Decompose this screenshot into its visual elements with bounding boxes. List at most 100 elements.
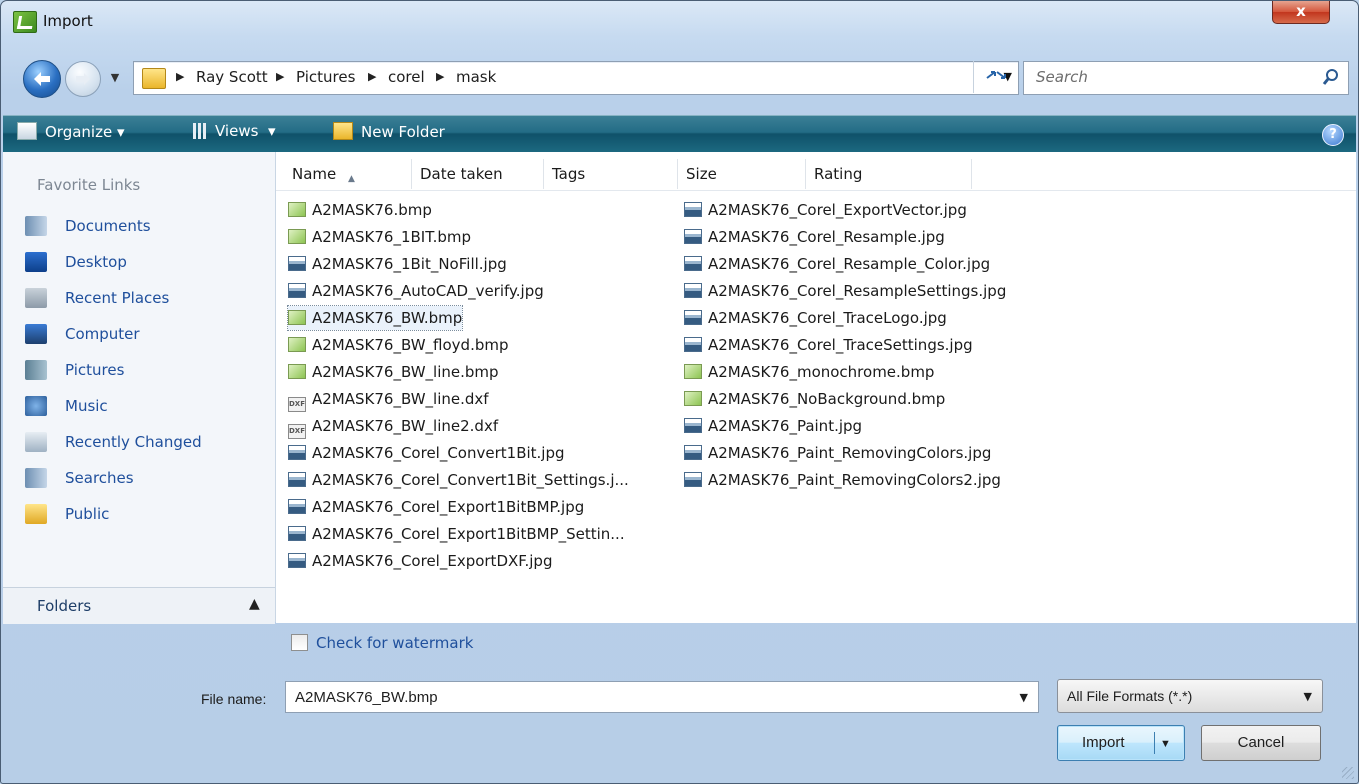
- forward-arrow-icon: [76, 73, 90, 85]
- file-item[interactable]: A2MASK76_BW_line.bmp: [288, 360, 499, 384]
- jpg-image-file-icon: [684, 283, 702, 298]
- search-icon[interactable]: [1322, 68, 1340, 86]
- file-item[interactable]: A2MASK76_Corel_ExportDXF.jpg: [288, 549, 552, 573]
- folder-icon: [142, 68, 166, 89]
- file-name: A2MASK76_1Bit_NoFill.jpg: [312, 255, 507, 273]
- organize-menu[interactable]: Organize ▾: [17, 122, 125, 141]
- column-header-name[interactable]: Name ▲: [284, 159, 412, 189]
- file-item[interactable]: A2MASK76_BW.bmp: [286, 305, 464, 331]
- sidebar-link-public[interactable]: Public: [25, 502, 109, 528]
- sidebar-link-documents[interactable]: Documents: [25, 214, 151, 240]
- breadcrumb-arrow-icon[interactable]: ▶: [368, 70, 376, 83]
- sidebar-link-desktop[interactable]: Desktop: [25, 250, 127, 276]
- file-item[interactable]: A2MASK76_Paint_RemovingColors2.jpg: [684, 468, 1001, 492]
- file-name: A2MASK76_Corel_Convert1Bit.jpg: [312, 444, 565, 462]
- folders-toggle[interactable]: Folders ▲: [3, 587, 275, 624]
- file-item[interactable]: A2MASK76_Corel_Convert1Bit.jpg: [288, 441, 565, 465]
- column-header-tags[interactable]: Tags: [544, 159, 678, 189]
- file-item[interactable]: DXF A2MASK76_BW_line.dxf: [288, 387, 489, 412]
- file-item[interactable]: A2MASK76_BW_floyd.bmp: [288, 333, 509, 357]
- searches-icon: [25, 468, 47, 488]
- file-item[interactable]: A2MASK76_Paint.jpg: [684, 414, 862, 438]
- new-folder-button[interactable]: New Folder: [333, 122, 445, 141]
- import-button[interactable]: Import ▼: [1057, 725, 1185, 761]
- cancel-button[interactable]: Cancel: [1201, 725, 1321, 761]
- file-name-input[interactable]: A2MASK76_BW.bmp ▼: [285, 681, 1039, 713]
- file-item[interactable]: A2MASK76_Corel_Resample.jpg: [684, 225, 945, 249]
- jpg-image-file-icon: [288, 526, 306, 541]
- file-item[interactable]: A2MASK76_Corel_ExportVector.jpg: [684, 198, 967, 222]
- file-item[interactable]: A2MASK76_1BIT.bmp: [288, 225, 471, 249]
- sidebar-link-label: Computer: [65, 325, 140, 343]
- sidebar-link-music[interactable]: Music: [25, 394, 108, 420]
- folders-label: Folders: [37, 597, 92, 615]
- file-type-value: All File Formats (*.*): [1067, 688, 1193, 704]
- help-icon[interactable]: ?: [1322, 124, 1344, 146]
- file-item[interactable]: A2MASK76_Corel_Convert1Bit_Settings.j...: [288, 468, 629, 492]
- resize-grip-icon[interactable]: [1342, 767, 1354, 779]
- breadcrumb-corel[interactable]: corel: [388, 68, 425, 86]
- file-name-label: File name:: [201, 691, 267, 707]
- file-name: A2MASK76_BW_line.bmp: [312, 363, 499, 381]
- jpg-image-file-icon: [288, 283, 306, 298]
- filter-dropdown-icon[interactable]: ▼: [1304, 690, 1312, 703]
- documents-icon: [25, 216, 47, 236]
- sidebar-link-pictures[interactable]: Pictures: [25, 358, 124, 384]
- file-item[interactable]: A2MASK76_AutoCAD_verify.jpg: [288, 279, 544, 303]
- organize-icon: [17, 122, 37, 140]
- watermark-checkbox[interactable]: [291, 634, 308, 651]
- file-item[interactable]: A2MASK76.bmp: [288, 198, 432, 222]
- file-item[interactable]: A2MASK76_NoBackground.bmp: [684, 387, 945, 411]
- file-name: A2MASK76_monochrome.bmp: [708, 363, 935, 381]
- column-header-size[interactable]: Size: [678, 159, 806, 189]
- column-header-rating[interactable]: Rating: [806, 159, 972, 189]
- import-options-dropdown-icon[interactable]: ▼: [1160, 727, 1171, 761]
- new-folder-label: New Folder: [361, 123, 445, 141]
- file-item[interactable]: A2MASK76_monochrome.bmp: [684, 360, 934, 384]
- breadcrumb-arrow-icon[interactable]: ▶: [436, 70, 444, 83]
- title-bar[interactable]: Import x: [1, 1, 1358, 45]
- navigation-pane: Favorite Links Documents Desktop Recent …: [3, 152, 276, 622]
- forward-button[interactable]: [65, 61, 101, 97]
- chevron-up-icon[interactable]: ▲: [249, 596, 260, 612]
- file-type-filter[interactable]: All File Formats (*.*) ▼: [1057, 679, 1323, 713]
- file-item[interactable]: A2MASK76_Corel_Export1BitBMP.jpg: [288, 495, 584, 519]
- sidebar-link-recent-places[interactable]: Recent Places: [25, 286, 169, 312]
- file-name: A2MASK76_Corel_TraceSettings.jpg: [708, 336, 973, 354]
- file-item[interactable]: A2MASK76_Corel_TraceLogo.jpg: [684, 306, 947, 330]
- file-item[interactable]: DXF A2MASK76_BW_line2.dxf: [288, 414, 498, 439]
- column-header-date-taken[interactable]: Date taken: [412, 159, 544, 189]
- search-box[interactable]: Search: [1023, 61, 1349, 95]
- file-name: A2MASK76_Corel_Export1BitBMP_Settin...: [312, 525, 625, 543]
- search-placeholder: Search: [1036, 68, 1088, 86]
- sidebar-link-recently-changed[interactable]: Recently Changed: [25, 430, 202, 456]
- close-button[interactable]: x: [1272, 1, 1330, 24]
- file-item[interactable]: A2MASK76_1Bit_NoFill.jpg: [288, 252, 507, 276]
- address-bar[interactable]: ▶ Ray Scott ▶ Pictures ▶ corel ▶ mask ▼: [133, 61, 1019, 95]
- recent-pages-dropdown[interactable]: ▼: [102, 64, 128, 92]
- file-item[interactable]: A2MASK76_Corel_ResampleSettings.jpg: [684, 279, 1006, 303]
- breadcrumb-mask[interactable]: mask: [456, 68, 496, 86]
- file-name: A2MASK76.bmp: [312, 201, 432, 219]
- breadcrumb-arrow-icon[interactable]: ▶: [276, 70, 284, 83]
- breadcrumb-arrow-icon[interactable]: ▶: [176, 70, 184, 83]
- command-toolbar: Organize ▾ Views ▾ New Folder ?: [3, 115, 1356, 153]
- breadcrumb-ray-scott[interactable]: Ray Scott: [196, 68, 268, 86]
- sidebar-link-searches[interactable]: Searches: [25, 466, 134, 492]
- file-item[interactable]: A2MASK76_Corel_Export1BitBMP_Settin...: [288, 522, 625, 546]
- jpg-image-file-icon: [684, 202, 702, 217]
- check-for-watermark[interactable]: Check for watermark: [291, 634, 473, 652]
- file-item[interactable]: A2MASK76_Paint_RemovingColors.jpg: [684, 441, 991, 465]
- file-item[interactable]: A2MASK76_Corel_TraceSettings.jpg: [684, 333, 973, 357]
- file-name: A2MASK76_Corel_Resample_Color.jpg: [708, 255, 991, 273]
- file-name-dropdown-icon[interactable]: ▼: [1020, 691, 1028, 704]
- file-item[interactable]: A2MASK76_Corel_Resample_Color.jpg: [684, 252, 990, 276]
- sidebar-link-computer[interactable]: Computer: [25, 322, 140, 348]
- breadcrumb-pictures[interactable]: Pictures: [296, 68, 355, 86]
- views-menu[interactable]: Views ▾: [193, 122, 276, 140]
- views-icon: [193, 123, 207, 139]
- back-button[interactable]: [23, 60, 61, 98]
- recently-changed-icon: [25, 432, 47, 452]
- sidebar-link-label: Public: [65, 505, 110, 523]
- refresh-button[interactable]: [973, 61, 1018, 93]
